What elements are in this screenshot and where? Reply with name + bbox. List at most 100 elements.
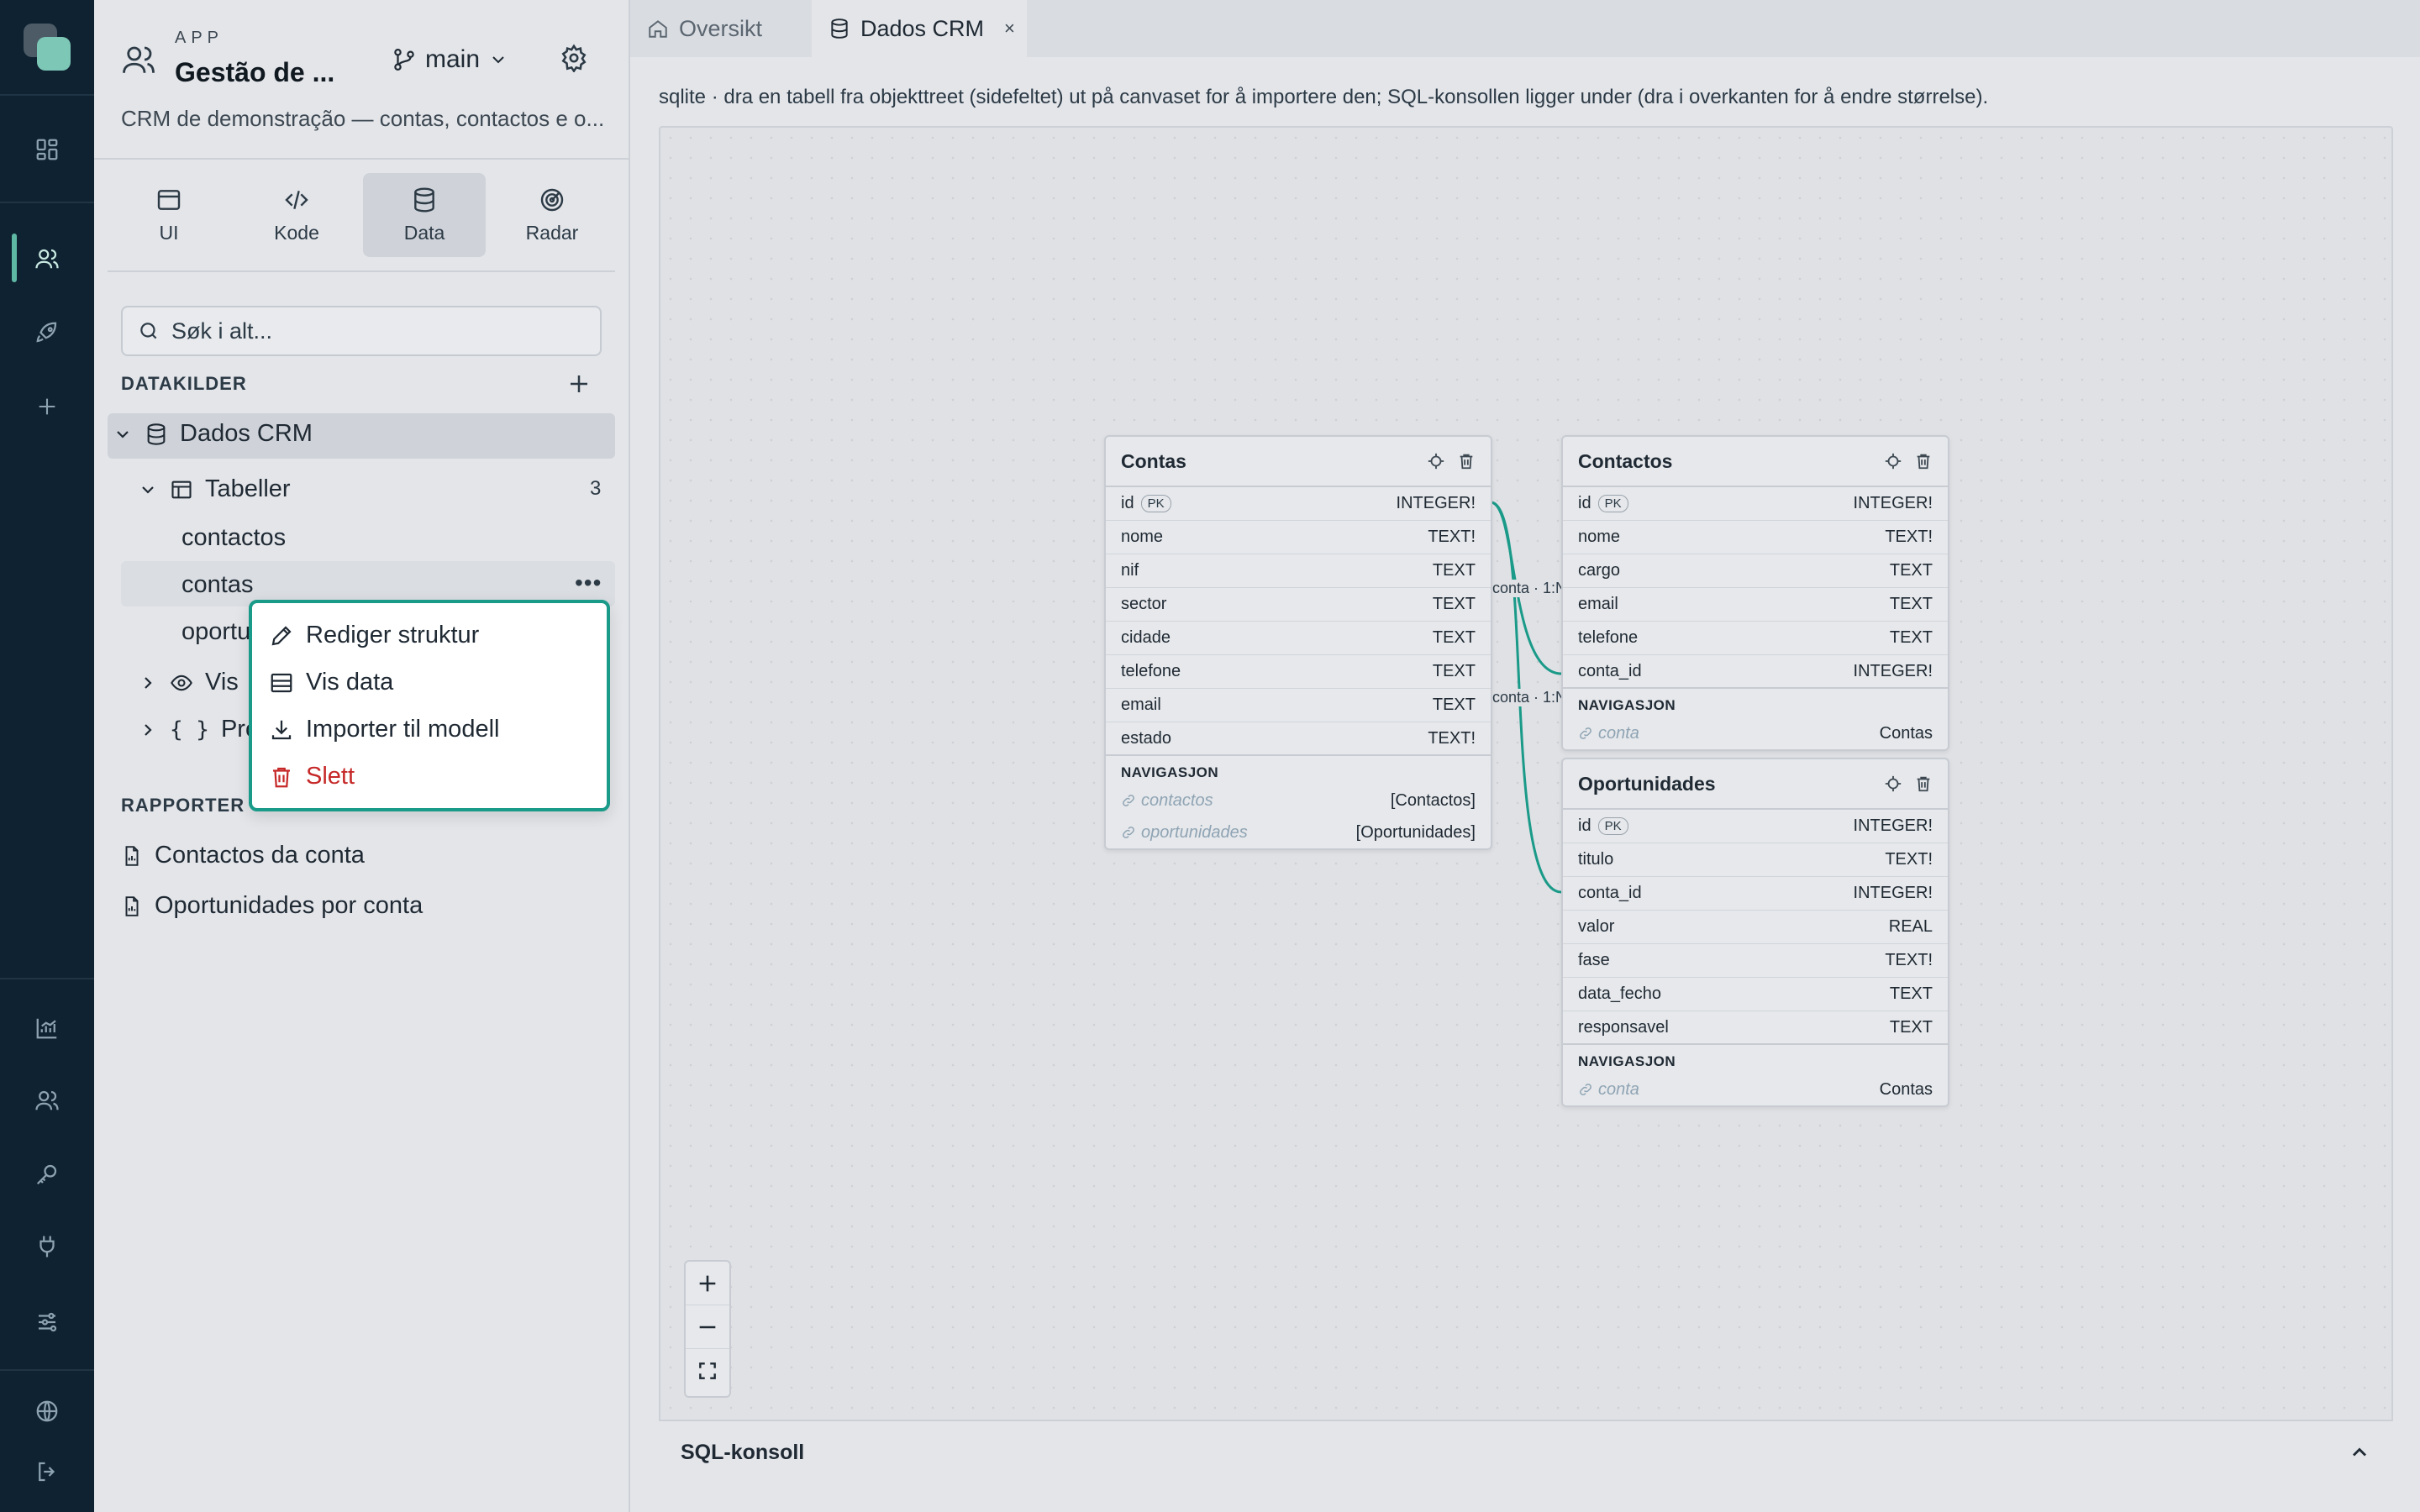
er-column-row: nif TEXT: [1106, 554, 1491, 588]
navigation-row[interactable]: conta Contas: [1563, 717, 1948, 749]
mode-label: Kode: [274, 221, 319, 244]
reports-heading: RAPPORTER: [121, 795, 245, 816]
rail-keys-button[interactable]: [17, 1144, 77, 1205]
tree-item-datasource[interactable]: Dados CRM: [113, 420, 313, 448]
er-column-row: email TEXT: [1106, 689, 1491, 722]
trash-icon[interactable]: [1457, 452, 1476, 470]
report-item[interactable]: Oportunidades por conta: [121, 892, 423, 920]
tree-item-views[interactable]: Vis: [138, 669, 239, 696]
menu-item-view-data[interactable]: Vis data: [269, 669, 393, 696]
menu-item-edit-structure[interactable]: Rediger struktur: [269, 622, 479, 649]
menu-item-label: Rediger struktur: [306, 622, 480, 648]
search-box[interactable]: [121, 306, 602, 356]
divider: [108, 270, 615, 272]
file-report-icon: [125, 845, 139, 866]
locate-icon[interactable]: [1427, 452, 1445, 470]
mode-switcher: UI Kode Data Radar: [108, 173, 615, 257]
column-name: estado: [1121, 728, 1172, 748]
app-settings-button[interactable]: [560, 44, 588, 72]
er-column-row: conta_id INTEGER!: [1563, 655, 1948, 689]
file-report-icon: [125, 895, 139, 916]
mode-data[interactable]: Data: [363, 173, 486, 257]
search-input[interactable]: [171, 318, 575, 344]
add-datasource-button[interactable]: [566, 371, 592, 396]
er-table-contactos[interactable]: Contactos id PK INTEGER! nome TEXT! cargo TE…: [1561, 435, 1949, 751]
column-name: cidade: [1121, 628, 1171, 647]
branch-selector[interactable]: main: [392, 45, 508, 74]
users-icon: [35, 249, 59, 269]
plus-icon: [39, 398, 55, 415]
trash-icon[interactable]: [1914, 452, 1933, 470]
tab-label: Dados CRM: [860, 15, 985, 41]
tab-dados-crm[interactable]: Dados CRM ×: [812, 0, 1027, 57]
tree-item-table[interactable]: contactos: [182, 524, 286, 552]
menu-item-import-to-model[interactable]: Importer til modell: [269, 716, 499, 743]
rail-team-button[interactable]: [17, 1070, 77, 1131]
zoom-in-button[interactable]: [686, 1262, 729, 1305]
close-tab-button[interactable]: ×: [1004, 18, 1015, 39]
column-type: TEXT!: [1428, 528, 1476, 546]
er-table-oportunidades[interactable]: Oportunidades id PK INTEGER! titulo TEXT! c…: [1561, 758, 1949, 1107]
er-canvas[interactable]: conta · 1:N conta · 1:N Contas id PK INTEG…: [659, 126, 2393, 1483]
trash-icon[interactable]: [1914, 774, 1933, 793]
fit-view-button[interactable]: [686, 1349, 729, 1393]
er-table-title: Oportunidades: [1578, 772, 1716, 795]
table-name: contas: [182, 571, 254, 598]
tab-overview[interactable]: Oversikt: [630, 0, 812, 57]
rail-analytics-button[interactable]: [17, 998, 77, 1058]
context-menu: Rediger struktur Vis data Importer til m…: [249, 600, 610, 811]
logo[interactable]: [24, 24, 71, 71]
home-icon: [649, 20, 667, 38]
more-options-button[interactable]: •••: [575, 570, 602, 596]
column-name: email: [1578, 595, 1618, 613]
rail-dashboard-button[interactable]: [17, 119, 77, 180]
er-table-contas[interactable]: Contas id PK INTEGER! nome TEXT! nif TEXT se…: [1104, 435, 1492, 850]
rail-settings-button[interactable]: [17, 1292, 77, 1352]
app-description: CRM de demonstração — contas, contactos …: [121, 106, 605, 131]
mode-radar[interactable]: Radar: [491, 173, 613, 257]
relation-lines: [1490, 501, 1562, 894]
navigation-row[interactable]: contactos [Contactos]: [1106, 785, 1491, 816]
chevron-up-icon[interactable]: [2348, 1441, 2371, 1464]
table-icon: [171, 480, 192, 498]
locate-icon[interactable]: [1884, 774, 1902, 793]
locate-icon[interactable]: [1884, 452, 1902, 470]
tree-item-table[interactable]: contas: [182, 571, 253, 599]
navigation-heading: NAVIGASJON: [1578, 697, 1676, 713]
relation-label: conta · 1:N: [1492, 689, 1567, 706]
rail-logout-button[interactable]: [17, 1441, 77, 1502]
column-type: TEXT: [1889, 984, 1933, 1003]
column-name: sector: [1121, 595, 1167, 613]
tab-label: Oversikt: [679, 15, 763, 41]
pencil-icon: [271, 625, 292, 645]
tree-item-table[interactable]: oportu: [182, 618, 250, 646]
sliders-icon: [39, 1312, 57, 1332]
fullscreen-icon: [699, 1362, 716, 1379]
rail-deploy-button[interactable]: [17, 302, 77, 363]
rail-plugins-button[interactable]: [17, 1216, 77, 1277]
mode-code[interactable]: Kode: [235, 173, 358, 257]
chevron-right-icon: [145, 723, 152, 736]
column-name: valor: [1578, 917, 1615, 936]
er-column-row: email TEXT: [1563, 588, 1948, 622]
er-column-row: data_fecho TEXT: [1563, 978, 1948, 1011]
rail-language-button[interactable]: [17, 1381, 77, 1441]
database-icon: [414, 186, 434, 213]
report-name: Contactos da conta: [155, 842, 365, 869]
report-item[interactable]: Contactos da conta: [121, 842, 365, 869]
zoom-out-button[interactable]: [686, 1305, 729, 1349]
sql-console-bar[interactable]: SQL-konsoll: [659, 1420, 2393, 1483]
navigation-row[interactable]: conta Contas: [1563, 1074, 1948, 1105]
rail-add-button[interactable]: [17, 376, 77, 437]
rail-users-button[interactable]: [17, 228, 77, 289]
mode-ui[interactable]: UI: [108, 173, 230, 257]
tree-item-tables[interactable]: Tabeller: [138, 475, 291, 503]
tree-item-procedures[interactable]: { } Pro: [138, 716, 259, 743]
er-column-row: id PK INTEGER!: [1106, 487, 1491, 521]
report-name: Oportunidades por conta: [155, 892, 424, 919]
column-name: titulo: [1578, 850, 1614, 869]
window-icon: [157, 189, 181, 210]
navigation-row[interactable]: oportunidades [Oportunidades]: [1106, 816, 1491, 848]
mode-label: Radar: [525, 221, 579, 244]
menu-item-delete[interactable]: Slett: [269, 763, 355, 790]
